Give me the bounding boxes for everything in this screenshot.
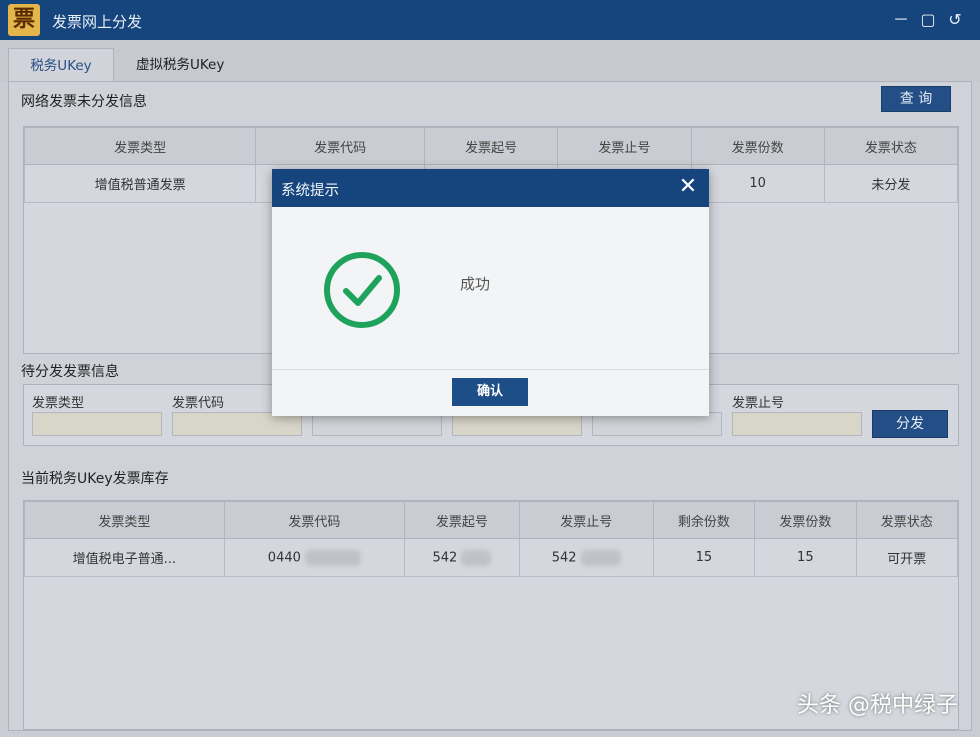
dialog-header: 系统提示 ✕ xyxy=(272,169,709,207)
column-header: 剩余份数 xyxy=(652,501,756,539)
column-header: 发票份数 xyxy=(690,127,825,165)
confirm-button[interactable]: 确认 xyxy=(452,378,528,406)
cell-status: 可开票 xyxy=(855,538,959,577)
inventory-table: 发票类型 发票代码 发票起号 发票止号 剩余份数 发票份数 发票状态 增值税电子… xyxy=(24,501,959,577)
label-invoice-type: 发票类型 xyxy=(32,396,85,411)
section-title-undistributed: 网络发票未分发信息 xyxy=(21,94,147,110)
column-header: 发票状态 xyxy=(823,127,959,165)
redacted-blur xyxy=(305,549,362,566)
cell-remaining: 15 xyxy=(652,538,756,577)
column-header: 发票起号 xyxy=(424,127,559,165)
column-header: 发票类型 xyxy=(23,127,257,165)
invoice-end-field[interactable] xyxy=(732,412,862,436)
column-header: 发票份数 xyxy=(754,501,857,539)
cell-code: 0440 xyxy=(223,538,406,577)
column-header: 发票止号 xyxy=(557,127,692,165)
cell-type: 增值税普通发票 xyxy=(23,164,257,203)
column-header: 发票代码 xyxy=(223,501,406,539)
cell-type: 增值税电子普通... xyxy=(24,538,225,577)
label-invoice-code: 发票代码 xyxy=(172,396,225,411)
cell-start-text: 542 xyxy=(432,550,458,565)
watermark-text: 头条 @税中绿子 xyxy=(797,693,958,718)
redacted-blur xyxy=(461,549,492,566)
minimize-button[interactable]: － xyxy=(890,9,912,31)
cell-count: 15 xyxy=(754,538,857,577)
cell-end: 542 xyxy=(518,538,654,577)
cell-status: 未分发 xyxy=(823,164,959,203)
tab-virtual-tax-ukey[interactable]: 虚拟税务UKey xyxy=(118,48,242,82)
column-header: 发票类型 xyxy=(24,501,225,539)
column-header: 发票状态 xyxy=(855,501,959,539)
close-icon[interactable]: ✕ xyxy=(677,175,699,199)
success-check-icon xyxy=(324,252,400,328)
title-bar: 票 发票网上分发 － ▢ ↺ xyxy=(0,0,980,40)
tab-bar: 税务UKey 虚拟税务UKey xyxy=(0,40,980,82)
section-title-pending: 待分发发票信息 xyxy=(21,364,119,380)
cell-code-text: 0440 xyxy=(267,550,301,565)
redacted-blur xyxy=(580,549,621,566)
tab-tax-ukey[interactable]: 税务UKey xyxy=(8,48,114,82)
column-header: 发票止号 xyxy=(518,501,654,539)
cell-end-text: 542 xyxy=(551,550,577,565)
table-row[interactable]: 增值税电子普通... 0440 542 542 15 15 可开票 xyxy=(24,538,959,577)
dialog-message: 成功 xyxy=(460,275,491,293)
column-header: 发票代码 xyxy=(255,127,426,165)
restore-button[interactable]: ▢ xyxy=(917,9,939,31)
app-logo-icon: 票 xyxy=(8,4,40,36)
dialog-title: 系统提示 xyxy=(281,183,339,199)
distribute-button[interactable]: 分发 xyxy=(872,410,948,438)
cell-count: 10 xyxy=(690,164,825,203)
column-header: 发票起号 xyxy=(404,501,520,539)
query-button[interactable]: 查 询 xyxy=(881,86,951,112)
system-prompt-dialog: 系统提示 ✕ 成功 确认 xyxy=(272,169,709,416)
window-title: 发票网上分发 xyxy=(52,13,143,31)
cell-start: 542 xyxy=(404,538,520,577)
label-invoice-end: 发票止号 xyxy=(732,396,785,411)
back-icon[interactable]: ↺ xyxy=(944,9,966,31)
section-title-inventory: 当前税务UKey发票库存 xyxy=(21,471,169,487)
invoice-type-field[interactable] xyxy=(32,412,162,436)
dialog-divider xyxy=(272,369,709,370)
